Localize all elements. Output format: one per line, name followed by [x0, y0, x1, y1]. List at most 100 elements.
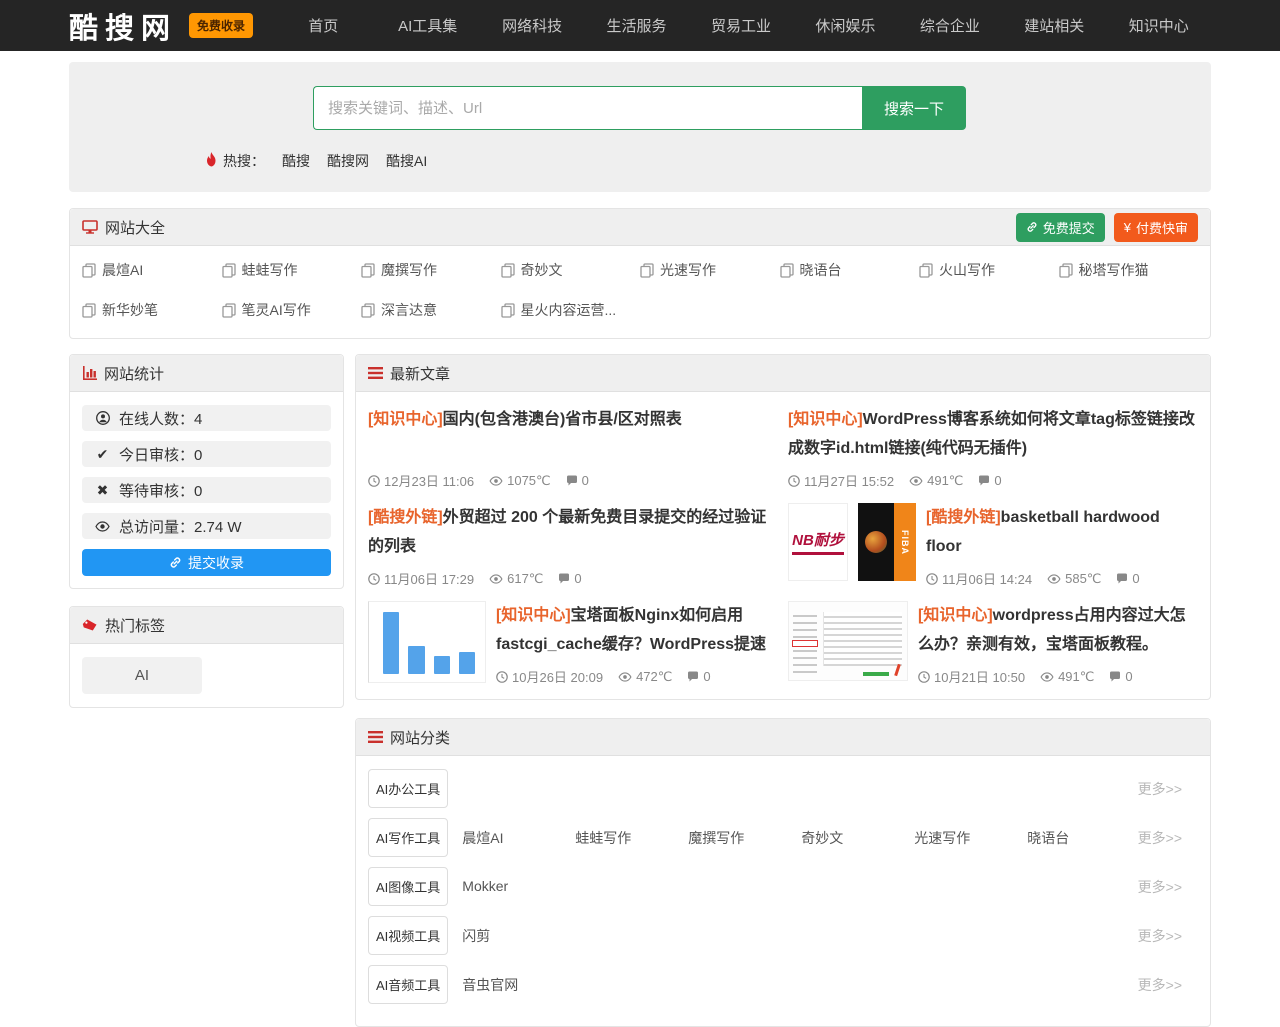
article-thumbnail[interactable]: NB耐步 [788, 503, 848, 581]
check-icon: ✔ [94, 446, 111, 463]
nav-item[interactable]: 建站相关 [1002, 15, 1106, 36]
stat-today: ✔ 今日审核：0 [82, 441, 331, 467]
nav-item[interactable]: 生活服务 [584, 15, 688, 36]
hot-search-link[interactable]: 酷搜网 [327, 153, 369, 169]
nav-item[interactable]: 知识中心 [1107, 15, 1211, 36]
more-link[interactable]: 更多>> [1138, 779, 1198, 799]
stat-visits: 总访问量：2.74 W [82, 513, 331, 539]
category-links: 闪剪 [462, 926, 1137, 946]
hot-search-row: 热搜： 酷搜酷搜网酷搜AI [205, 151, 427, 171]
category-site-link[interactable]: 闪剪 [462, 926, 575, 946]
site-link[interactable]: 奇妙文 [501, 250, 641, 290]
site-link[interactable]: 蛙蛙写作 [222, 250, 362, 290]
nav-item[interactable]: AI工具集 [375, 15, 479, 36]
more-link[interactable]: 更多>> [1138, 926, 1198, 946]
clone-icon [222, 263, 236, 278]
views-icon [489, 476, 503, 486]
clone-icon [640, 263, 654, 278]
hot-search-link[interactable]: 酷搜 [282, 153, 310, 169]
clone-icon [501, 263, 515, 278]
article-title[interactable]: [知识中心]wordpress占用内容过大怎么办？亲测有效，宝塔面板教程。 [918, 601, 1198, 659]
site-logo[interactable]: 酷搜网 [69, 5, 177, 47]
site-link[interactable]: 星火内容运营... [501, 290, 641, 330]
submit-include-button[interactable]: 提交收录 [82, 549, 331, 576]
site-link[interactable]: 秘塔写作猫 [1059, 250, 1199, 290]
category-site-link[interactable]: Mokker [462, 878, 575, 894]
category-site-link[interactable]: 晨煊AI [462, 828, 575, 848]
category-site-link[interactable]: 晓语台 [1027, 828, 1137, 848]
article-item[interactable]: NB耐步 FIBA [酷搜外链]basketball hardwood floo… [788, 503, 1198, 588]
site-link[interactable]: 晓语台 [780, 250, 920, 290]
category-label[interactable]: AI图像工具 [368, 867, 448, 906]
clone-icon [780, 263, 794, 278]
site-link[interactable]: 光速写作 [640, 250, 780, 290]
article-thumbnail[interactable]: FIBA [858, 503, 916, 581]
article-item[interactable]: [酷搜外链]外贸超过 200 个最新免费目录提交的经过验证的列表 11月06日 … [368, 503, 778, 588]
nav-item[interactable]: 网络科技 [480, 15, 584, 36]
site-link[interactable]: 新华妙笔 [82, 290, 222, 330]
category-label[interactable]: AI办公工具 [368, 769, 448, 808]
article-title[interactable]: [酷搜外链]外贸超过 200 个最新免费目录提交的经过验证的列表 [368, 503, 778, 561]
article-meta: 11月06日 14:24 585℃ 0 [926, 563, 1198, 588]
nav-item[interactable]: 休闲娱乐 [793, 15, 897, 36]
article-item[interactable]: [知识中心]国内(包含港澳台)省市县/区对照表 12月23日 11:06 107… [368, 405, 778, 490]
top-navbar: 酷搜网 免费收录 首页AI工具集网络科技生活服务贸易工业休闲娱乐综合企业建站相关… [0, 0, 1280, 51]
sidebar: 网站统计 在线人数：4 ✔ 今日审核：0 ✖ 等待审 [69, 354, 344, 708]
category-site-link[interactable]: 光速写作 [914, 828, 1027, 848]
basketball-icon [858, 503, 894, 581]
category-site-link[interactable]: 蛙蛙写作 [575, 828, 688, 848]
category-site-link[interactable]: 魔撰写作 [688, 828, 801, 848]
category-row: AI图像工具 Mokker 更多>> [368, 867, 1198, 906]
article-meta: 12月23日 11:06 1075℃ 0 [368, 465, 778, 490]
article-item[interactable]: [知识中心]wordpress占用内容过大怎么办？亲测有效，宝塔面板教程。 10… [788, 601, 1198, 686]
paid-review-button[interactable]: ¥ 付费快审 [1114, 213, 1198, 242]
nav-item[interactable]: 贸易工业 [689, 15, 793, 36]
views-icon [618, 672, 632, 682]
article-title[interactable]: [知识中心]国内(包含港澳台)省市县/区对照表 [368, 405, 778, 463]
search-button[interactable]: 搜索一下 [862, 86, 966, 130]
category-site-link[interactable]: 奇妙文 [801, 828, 914, 848]
article-title[interactable]: [酷搜外链]basketball hardwood floor [926, 503, 1198, 561]
site-link[interactable]: 深言达意 [361, 290, 501, 330]
category-row: AI视频工具闪剪 更多>> [368, 916, 1198, 955]
comment-icon [1109, 671, 1121, 683]
search-input[interactable] [313, 86, 862, 130]
category-site-link[interactable]: 音虫官网 [462, 975, 575, 995]
category-label[interactable]: AI音频工具 [368, 965, 448, 1004]
stat-waiting: ✖ 等待审核：0 [82, 477, 331, 503]
tag-item[interactable]: AI [82, 657, 202, 694]
article-meta: 11月06日 17:29 617℃ 0 [368, 563, 778, 588]
nav-item[interactable]: 首页 [271, 15, 375, 36]
articles-grid: [知识中心]国内(包含港澳台)省市县/区对照表 12月23日 11:06 107… [356, 392, 1210, 699]
category-label[interactable]: AI写作工具 [368, 818, 448, 857]
comment-icon [1116, 573, 1128, 585]
hot-tags-title: 热门标签 [105, 615, 165, 636]
site-link[interactable]: 火山写作 [919, 250, 1059, 290]
free-submit-button[interactable]: 免费提交 [1016, 213, 1105, 242]
more-link[interactable]: 更多>> [1138, 975, 1198, 995]
hot-search-link[interactable]: 酷搜AI [386, 153, 427, 169]
article-meta: 11月27日 15:52 491℃ 0 [788, 465, 1198, 490]
clone-icon [82, 303, 96, 318]
article-item[interactable]: [知识中心]WordPress博客系统如何将文章tag标签链接改成数字id.ht… [788, 405, 1198, 490]
latest-articles-title: 最新文章 [390, 363, 450, 384]
category-label[interactable]: AI视频工具 [368, 916, 448, 955]
more-link[interactable]: 更多>> [1138, 877, 1198, 897]
article-item[interactable]: [知识中心]宝塔面板Nginx如何启用fastcgi_cache缓存？WordP… [368, 601, 778, 686]
article-thumbnail[interactable] [788, 601, 908, 681]
site-link[interactable]: 魔撰写作 [361, 250, 501, 290]
site-directory-panel: 网站大全 免费提交 ¥ 付费快审 晨煊AI 蛙蛙写作 魔撰写作 奇妙文 [69, 208, 1211, 339]
site-link[interactable]: 笔灵AI写作 [222, 290, 362, 330]
more-link[interactable]: 更多>> [1138, 828, 1198, 848]
article-thumbnail[interactable] [368, 601, 486, 683]
clock-icon [496, 671, 508, 683]
site-link[interactable]: 晨煊AI [82, 250, 222, 290]
category-links: 音虫官网 [462, 975, 1137, 995]
nav-item[interactable]: 综合企业 [898, 15, 1002, 36]
article-meta: 10月21日 10:50 491℃ 0 [918, 661, 1198, 686]
article-title[interactable]: [知识中心]WordPress博客系统如何将文章tag标签链接改成数字id.ht… [788, 405, 1198, 463]
article-title[interactable]: [知识中心]宝塔面板Nginx如何启用fastcgi_cache缓存？WordP… [496, 601, 778, 659]
clone-icon [361, 263, 375, 278]
free-include-badge[interactable]: 免费收录 [189, 13, 253, 38]
clock-icon [368, 573, 380, 585]
